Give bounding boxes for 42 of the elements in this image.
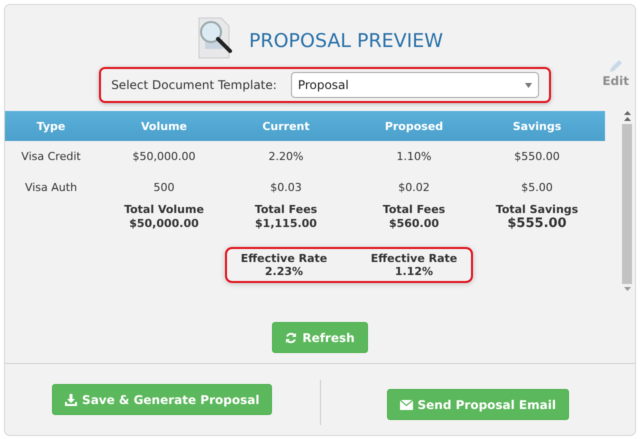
table-cell-text: $550.00 — [513, 150, 561, 163]
table-cell-text: 2.20% — [268, 150, 304, 163]
table-cell-text: $0.03 — [269, 181, 303, 194]
scroll-down-icon[interactable] — [624, 287, 630, 291]
table-cell-text: 1.10% — [396, 150, 432, 163]
table-cell-text: $50,000.00 — [132, 150, 196, 163]
table-cell-text: Visa Auth — [24, 181, 78, 194]
page-title: PROPOSAL PREVIEW — [248, 30, 444, 52]
template-dropdown[interactable]: Proposal — [290, 72, 539, 98]
total-value: $1,115.00 — [254, 217, 318, 231]
refresh-button[interactable]: Refresh — [272, 322, 368, 353]
table-cell-text: Visa Credit — [20, 150, 82, 163]
envelope-icon — [400, 400, 413, 410]
refresh-icon — [285, 332, 298, 344]
total-value: $555.00 — [506, 217, 568, 231]
column-header: Savings — [512, 120, 562, 132]
rate-label: Effective Rate — [240, 252, 328, 265]
rate-label: Effective Rate — [370, 252, 458, 265]
save-button[interactable]: Save & Generate Proposal — [52, 384, 272, 415]
column-header: Proposed — [384, 120, 444, 132]
column-header: Current — [261, 120, 311, 132]
pencil-icon — [608, 59, 623, 73]
total-value: $560.00 — [388, 217, 440, 231]
total-label: Total Savings — [494, 203, 580, 217]
scrollbar-thumb[interactable] — [622, 124, 632, 284]
total-label: Total Volume — [123, 203, 205, 217]
column-header: Type — [36, 120, 66, 132]
scroll-up-icon[interactable] — [624, 111, 630, 121]
table-cell-text: $0.02 — [397, 181, 431, 194]
table-cell-text: $5.00 — [520, 181, 554, 194]
template-label: Select Document Template: — [111, 78, 277, 92]
rate-value: 2.23% — [264, 265, 304, 278]
column-header: Volume — [140, 120, 188, 132]
total-label: Total Fees — [382, 203, 446, 217]
download-icon — [65, 394, 78, 406]
edit-link[interactable]: Edit — [602, 74, 629, 88]
rate-value: 1.12% — [394, 265, 434, 278]
table-cell-text: 500 — [152, 181, 176, 194]
dropdown-arrow-icon — [524, 82, 532, 88]
send-email-button[interactable]: Send Proposal Email — [386, 389, 569, 420]
total-value: $50,000.00 — [128, 217, 200, 231]
total-label: Total Fees — [254, 203, 318, 217]
